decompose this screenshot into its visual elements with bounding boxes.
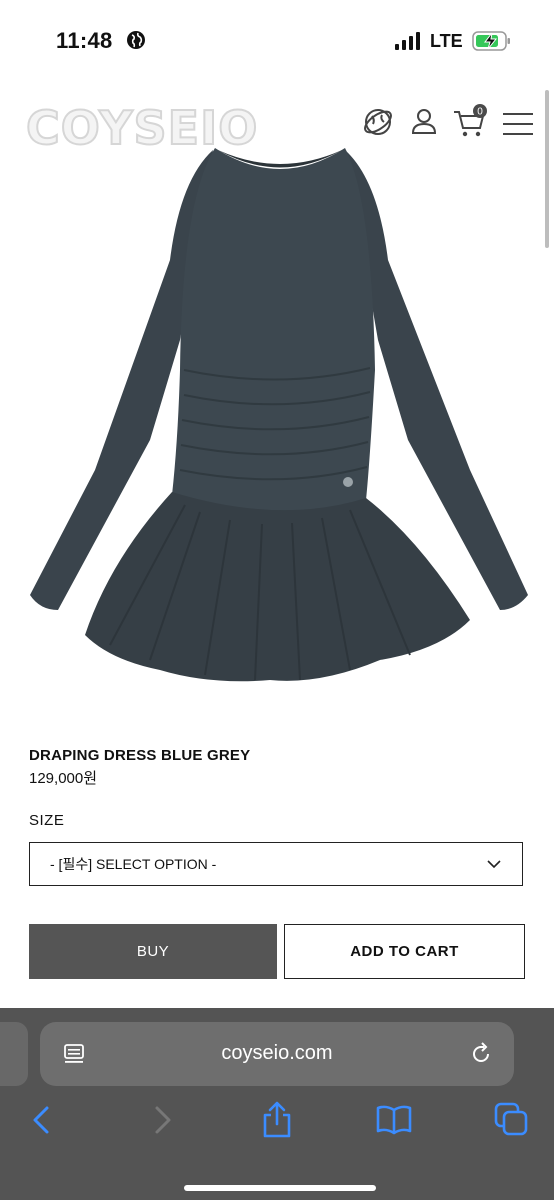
cart-icon: 0	[454, 104, 487, 137]
previous-tab-card[interactable]	[0, 1022, 28, 1086]
signal-icon	[395, 32, 420, 50]
chevron-down-icon	[487, 860, 501, 869]
status-bar: 11:48 LTE	[0, 0, 554, 86]
address-bar[interactable]: coyseio.com	[40, 1022, 514, 1086]
cart-button[interactable]: 0	[452, 104, 488, 140]
add-to-cart-button[interactable]: ADD TO CART	[284, 924, 525, 979]
forward-icon[interactable]	[142, 1100, 182, 1140]
size-select-value: - [필수] SELECT OPTION -	[50, 856, 217, 872]
share-icon[interactable]	[257, 1100, 297, 1140]
battery-charging-icon	[472, 31, 510, 51]
product-price: 129,000원	[29, 770, 98, 787]
address-url: coyseio.com	[221, 1042, 333, 1064]
globe-icon[interactable]	[360, 104, 396, 140]
browser-chrome: coyseio.com	[0, 1008, 554, 1200]
size-select[interactable]: - [필수] SELECT OPTION -	[29, 842, 523, 886]
home-indicator	[184, 1185, 376, 1191]
tabs-icon[interactable]	[492, 1100, 532, 1140]
user-icon[interactable]	[406, 104, 442, 140]
status-time: 11:48	[56, 28, 113, 53]
back-icon[interactable]	[22, 1100, 62, 1140]
bookmarks-icon[interactable]	[374, 1100, 414, 1140]
buy-button[interactable]: BUY	[29, 924, 277, 979]
network-label: LTE	[430, 31, 463, 51]
dress-image	[30, 148, 528, 682]
cart-count: 0	[477, 107, 483, 118]
globe-icon	[127, 31, 145, 49]
menu-icon[interactable]	[500, 104, 536, 140]
product-name: DRAPING DRESS BLUE GREY	[29, 747, 251, 764]
size-label: SIZE	[29, 812, 65, 829]
reload-icon[interactable]	[468, 1041, 494, 1067]
